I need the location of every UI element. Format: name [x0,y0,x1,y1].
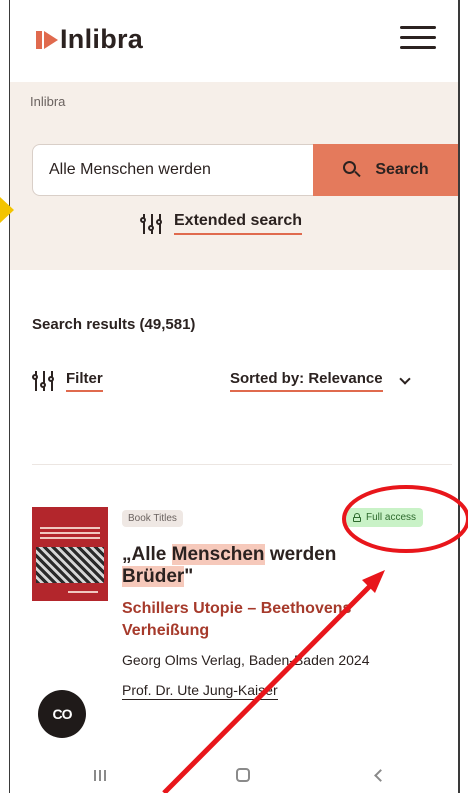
title-part: " [184,566,194,587]
breadcrumb[interactable]: Inlibra [30,94,65,109]
filter-sliders-icon [32,371,56,391]
title-highlight: Brüder [122,566,185,587]
search-button-label: Search [375,161,429,178]
title-highlight: Menschen [171,544,265,565]
inlibra-logo[interactable]: Inlibra [36,24,143,55]
result-publisher: Georg Olms Verlag, Baden-Baden 2024 [122,652,370,668]
sort-dropdown[interactable]: Sorted by: Relevance [230,370,411,392]
recent-apps-icon[interactable] [94,770,106,781]
chat-button[interactable]: CO [38,690,86,738]
search-box: Search [32,144,458,196]
filter-sort-row: Filter Sorted by: Relevance [32,370,452,400]
search-input[interactable] [33,145,313,195]
logo-bar-icon [36,30,42,49]
app-header: Inlibra [10,0,458,82]
frame-edge-right [458,0,460,793]
sort-label: Sorted by: Relevance [230,370,383,392]
title-part: werden [264,544,337,565]
result-author-link[interactable]: Prof. Dr. Ute Jung-Kaiser [122,682,278,700]
yellow-arrow-annotation-icon [0,197,14,223]
divider [32,464,452,465]
home-icon[interactable] [236,768,250,782]
extended-search-link[interactable]: Extended search [140,212,303,235]
full-access-label: Full access [366,512,417,523]
type-badge: Book Titles [122,510,183,527]
filter-button[interactable]: Filter [32,370,103,392]
logo-text: Inlibra [60,24,144,54]
logo-arrow-icon [44,30,58,49]
lock-icon [353,513,361,522]
chat-button-label: CO [52,706,73,722]
result-subtitle: Schillers Utopie – Beethovens Verheißung [122,600,352,639]
search-results-count: Search results (49,581) [32,316,196,333]
search-button[interactable]: Search [313,144,458,196]
extended-search-label: Extended search [174,212,303,235]
sliders-icon [140,213,164,234]
android-nav-bar [10,748,458,793]
book-cover-image[interactable] [32,507,108,601]
search-section: Inlibra Search Extended search [10,82,458,270]
chevron-down-icon [398,373,411,385]
phone-screen: Inlibra Inlibra Search Extended search S [10,0,458,793]
hamburger-menu-icon[interactable] [400,26,436,50]
back-icon[interactable] [374,769,387,782]
title-part: „Alle [122,544,172,565]
filter-label: Filter [66,370,103,392]
full-access-badge: Full access [346,508,424,527]
result-title-link[interactable]: „Alle Menschen werden Brüder" [122,544,422,588]
search-icon [343,161,361,179]
